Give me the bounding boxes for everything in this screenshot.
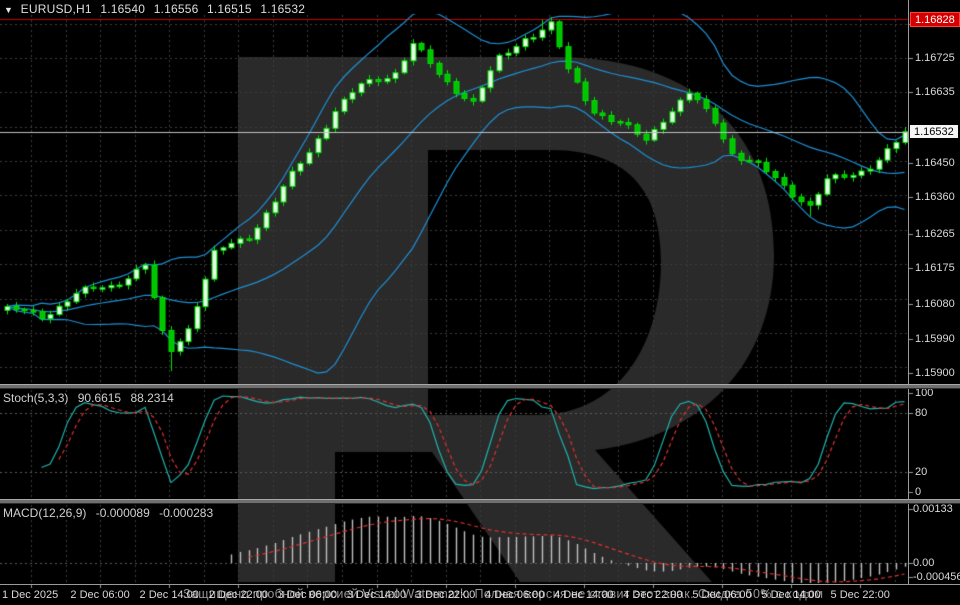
macd-axis-label: 0.00 (913, 557, 934, 569)
price-axis-label: 1.16360 (915, 191, 955, 203)
symbol-period-label: EURUSD,H1 (21, 2, 92, 16)
macd-value-signal: -0.000283 (159, 506, 213, 520)
price-axis-label: 1.16175 (915, 262, 955, 274)
stoch-value-main: 90.6615 (78, 391, 121, 405)
price-axis-label: 1.16450 (915, 157, 955, 169)
chart-menu-icon[interactable]: ▼ (4, 5, 13, 15)
macd-value-main: -0.000089 (96, 506, 150, 520)
chart-header: ▼ EURUSD,H1 1.16540 1.16556 1.16515 1.16… (4, 2, 310, 16)
stoch-panel-label: Stoch(5,3,3) 90.6615 88.2314 (3, 391, 180, 405)
ask-price-badge: 1.16828 (910, 12, 960, 27)
price-axis-border (908, 0, 909, 584)
panel-divider-macd[interactable] (0, 499, 960, 504)
stoch-title: Stoch(5,3,3) (3, 391, 68, 405)
price-axis-label: 1.16725 (915, 52, 955, 64)
stoch-value-signal: 88.2314 (130, 391, 173, 405)
stoch-axis-label: 20 (915, 466, 927, 478)
watermark-text: Защищено пробной версией Visual Watermar… (183, 587, 823, 601)
ohlc-high: 1.16556 (154, 2, 199, 16)
ohlc-close: 1.16532 (260, 2, 305, 16)
time-axis-label: 2 Dec 06:00 (70, 589, 129, 601)
time-axis-border (0, 584, 960, 585)
macd-panel-label: MACD(12,26,9) -0.000089 -0.000283 (3, 506, 219, 520)
panel-divider-stoch[interactable] (0, 384, 960, 389)
price-axis-label: 1.16635 (915, 86, 955, 98)
mt4-chart-window: ▼ EURUSD,H1 1.16540 1.16556 1.16515 1.16… (0, 0, 960, 605)
price-axis-label: 1.16265 (915, 228, 955, 240)
macd-axis-label: -0.000456 (913, 571, 960, 583)
macd-axis-label: 0.00133 (913, 503, 953, 515)
stoch-axis-label: 80 (915, 407, 927, 419)
price-axis-label: 1.15900 (915, 367, 955, 379)
ohlc-open: 1.16540 (100, 2, 145, 16)
stoch-axis-label: 0 (915, 486, 921, 498)
time-axis-label: 5 Dec 22:00 (831, 589, 890, 601)
price-axis-label: 1.15990 (915, 333, 955, 345)
time-axis-label: 1 Dec 2025 (2, 589, 58, 601)
price-axis-label: 1.16080 (915, 298, 955, 310)
ohlc-low: 1.16515 (207, 2, 252, 16)
bid-price-badge: 1.16532 (909, 124, 959, 139)
macd-title: MACD(12,26,9) (3, 506, 86, 520)
